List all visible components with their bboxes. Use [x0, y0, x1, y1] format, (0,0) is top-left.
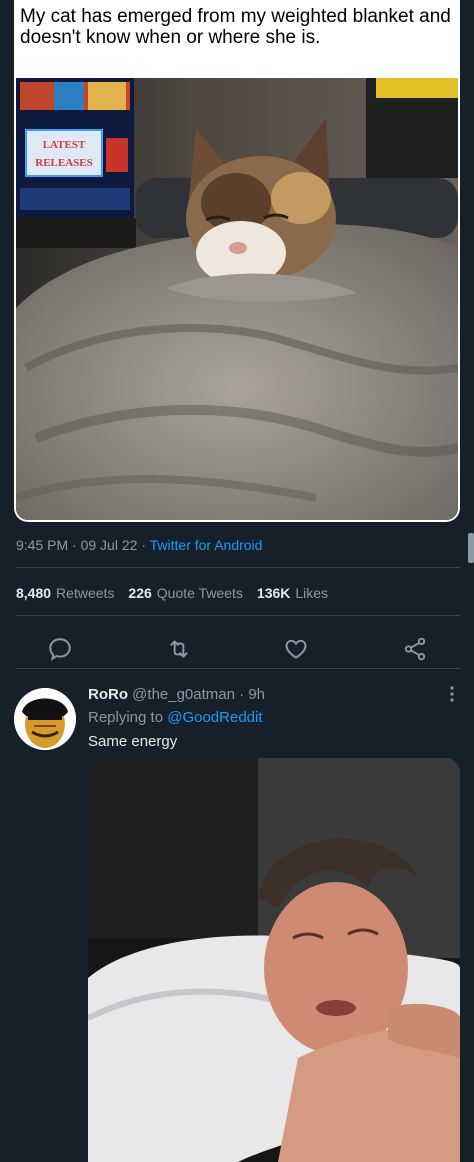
- reply-header: RoRo @the_g0atman · 9h: [88, 686, 265, 703]
- divider: [16, 668, 460, 669]
- likes-stat[interactable]: 136K Likes: [257, 585, 328, 601]
- meme-caption: My cat has emerged from my weighted blan…: [20, 6, 451, 48]
- quote-tweets-stat[interactable]: 226 Quote Tweets: [128, 585, 243, 601]
- reply-author-handle[interactable]: @the_g0atman: [132, 686, 235, 703]
- divider: [16, 567, 460, 568]
- tweet-date[interactable]: 09 Jul 22: [81, 537, 138, 553]
- reply-text: Same energy: [88, 733, 178, 750]
- retweet-icon[interactable]: [166, 636, 192, 662]
- svg-text:RELEASES: RELEASES: [35, 157, 92, 169]
- more-icon[interactable]: [442, 685, 462, 705]
- cat-photo: LATEST RELEASES: [16, 78, 458, 520]
- meme-image[interactable]: My cat has emerged from my weighted blan…: [14, 0, 460, 522]
- scrollbar[interactable]: [468, 533, 474, 563]
- divider: [16, 615, 460, 616]
- tv-sign-text: LATEST: [43, 139, 86, 151]
- replying-to: Replying to @GoodReddit: [88, 709, 263, 726]
- replying-to-link[interactable]: @GoodReddit: [167, 709, 262, 726]
- reply-author-name[interactable]: RoRo: [88, 686, 128, 703]
- reply-icon[interactable]: [47, 636, 73, 662]
- share-icon[interactable]: [402, 636, 428, 662]
- tweet-action-bar: [0, 628, 474, 668]
- tweet-time[interactable]: 9:45 PM: [16, 537, 68, 553]
- tweet-stats: 8,480 Retweets 226 Quote Tweets 136K Likes: [16, 585, 328, 601]
- avatar[interactable]: [14, 688, 76, 750]
- reply-photo[interactable]: [88, 758, 460, 1162]
- like-icon[interactable]: [283, 636, 309, 662]
- tweet-timestamp: 9:45 PM · 09 Jul 22 · Twitter for Androi…: [16, 537, 263, 553]
- tweet-source-link[interactable]: Twitter for Android: [150, 537, 263, 553]
- reply-age[interactable]: 9h: [248, 686, 265, 703]
- retweets-stat[interactable]: 8,480 Retweets: [16, 585, 114, 601]
